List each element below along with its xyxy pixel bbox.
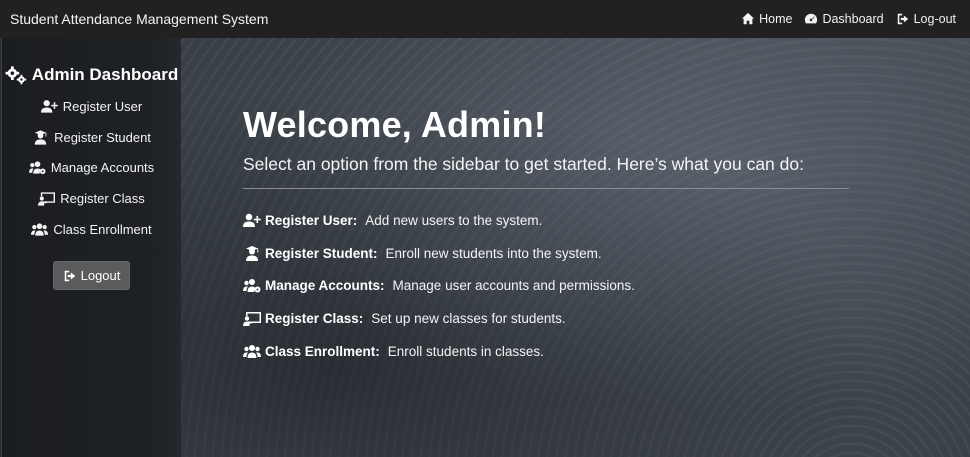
users-cog-icon xyxy=(28,161,46,175)
app-title[interactable]: Student Attendance Management System xyxy=(10,11,268,27)
sidebar-item-label: Register User xyxy=(62,98,143,114)
main-content: Welcome, Admin! Select an option from th… xyxy=(181,38,970,457)
feature-item-register-student: Register Student: Enroll new students in… xyxy=(243,237,849,270)
nav-links: Home Dashboard Log-out xyxy=(741,12,956,26)
sign-out-icon xyxy=(897,13,908,25)
nav-dashboard-label: Dashboard xyxy=(822,12,884,26)
user-graduate-icon xyxy=(34,129,47,145)
users-icon xyxy=(243,345,261,359)
logout-button[interactable]: Logout xyxy=(52,261,131,291)
feature-description: Enroll new students into the system. xyxy=(385,245,602,261)
cogs-icon xyxy=(5,66,26,85)
feature-title: Register User: xyxy=(265,212,358,228)
sidebar: Admin Dashboard Register User Register S… xyxy=(1,38,181,457)
feature-item-register-user: Register User: Add new users to the syst… xyxy=(243,204,849,237)
sign-out-icon xyxy=(64,270,75,282)
feature-description: Set up new classes for students. xyxy=(371,311,566,327)
chalkboard-icon xyxy=(243,312,261,327)
feature-title: Class Enrollment: xyxy=(265,344,380,360)
top-navbar: Student Attendance Management System Hom… xyxy=(0,0,970,38)
feature-title: Manage Accounts: xyxy=(265,278,385,294)
sidebar-item-label: Class Enrollment xyxy=(53,221,152,237)
sidebar-item-class-enrollment[interactable]: Class Enrollment xyxy=(31,214,152,245)
nav-dashboard-link[interactable]: Dashboard xyxy=(804,12,884,26)
logout-button-label: Logout xyxy=(80,268,121,284)
page-title: Welcome, Admin! xyxy=(243,104,547,145)
sidebar-item-register-student[interactable]: Register Student xyxy=(32,122,151,153)
nav-home-link[interactable]: Home xyxy=(741,12,792,26)
feature-title: Register Student: xyxy=(265,245,378,261)
gauge-icon xyxy=(805,13,818,24)
user-graduate-icon xyxy=(246,245,259,261)
chalkboard-icon xyxy=(38,192,56,206)
users-cog-icon xyxy=(243,279,261,293)
nav-home-label: Home xyxy=(759,12,793,26)
sidebar-item-label: Register Student xyxy=(54,129,151,145)
sidebar-item-label: Manage Accounts xyxy=(50,160,155,176)
sidebar-title: Admin Dashboard xyxy=(5,65,178,85)
nav-logout-link[interactable]: Log-out xyxy=(896,12,956,26)
nav-logout-label: Log-out xyxy=(913,12,956,26)
sidebar-item-manage-accounts[interactable]: Manage Accounts xyxy=(28,152,155,183)
home-icon xyxy=(741,12,755,25)
welcome-panel: Welcome, Admin! Select an option from th… xyxy=(243,104,849,368)
user-plus-icon xyxy=(243,213,261,227)
feature-description: Add new users to the system. xyxy=(365,212,543,228)
feature-description: Enroll students in classes. xyxy=(387,344,544,360)
sidebar-item-register-class[interactable]: Register Class xyxy=(38,183,145,214)
users-icon xyxy=(31,222,49,236)
feature-item-class-enrollment: Class Enrollment: Enroll students in cla… xyxy=(243,335,849,368)
sidebar-item-label: Register Class xyxy=(60,190,145,206)
feature-description: Manage user accounts and permissions. xyxy=(392,278,635,294)
feature-title: Register Class: xyxy=(265,311,364,327)
feature-list: Register User: Add new users to the syst… xyxy=(243,204,849,368)
feature-item-register-class: Register Class: Set up new classes for s… xyxy=(243,302,849,335)
user-plus-icon xyxy=(40,99,58,113)
sidebar-item-register-user[interactable]: Register User xyxy=(40,91,143,122)
page-subtitle: Select an option from the sidebar to get… xyxy=(243,154,849,189)
sidebar-title-label: Admin Dashboard xyxy=(31,65,179,84)
feature-item-manage-accounts: Manage Accounts: Manage user accounts an… xyxy=(243,270,849,303)
